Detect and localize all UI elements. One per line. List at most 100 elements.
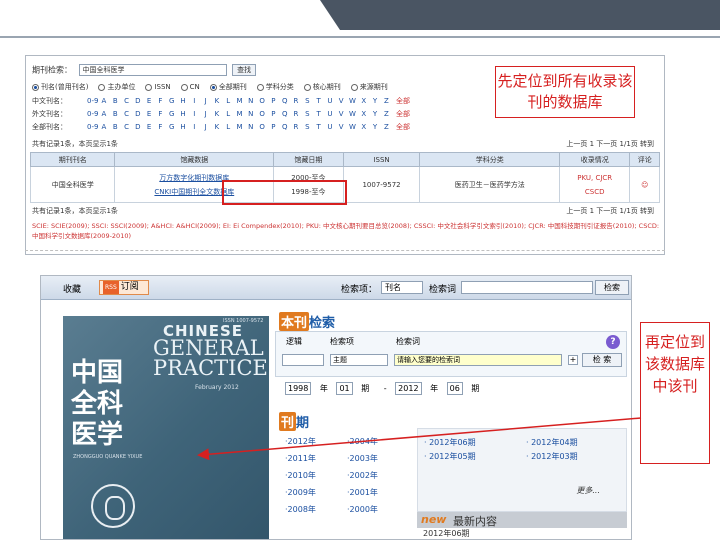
alpha-link[interactable]: Z [381, 110, 392, 118]
alpha-link[interactable]: D [132, 110, 143, 118]
alpha-link[interactable]: Q [279, 97, 290, 105]
favorite-tab[interactable]: 收藏 [63, 282, 81, 295]
alpha-link[interactable]: E [143, 97, 154, 105]
alpha-link[interactable]: 0-9 [87, 110, 98, 118]
alpha-link[interactable]: U [324, 110, 335, 118]
alpha-link[interactable]: V [336, 110, 347, 118]
alpha-link[interactable]: A [98, 110, 109, 118]
alpha-link[interactable]: E [143, 123, 154, 131]
alpha-link[interactable]: N [245, 110, 256, 118]
alpha-link[interactable]: C [121, 123, 132, 131]
alpha-link[interactable]: R [290, 123, 301, 131]
alpha-link[interactable]: T [313, 123, 324, 131]
alpha-link[interactable]: G [166, 110, 177, 118]
alpha-link[interactable]: X [358, 110, 369, 118]
year-link[interactable]: ·2009年 [285, 487, 316, 498]
alpha-link[interactable]: L [223, 97, 234, 105]
alpha-link[interactable]: C [121, 110, 132, 118]
journal-search-input[interactable]: 中国全科医学 [78, 64, 227, 76]
alpha-link[interactable]: G [166, 97, 177, 105]
year-link[interactable]: ·2010年 [285, 470, 316, 481]
issue-to-select[interactable]: 06 [446, 382, 463, 395]
alpha-link[interactable]: J [200, 110, 211, 118]
alpha-link[interactable]: F [155, 97, 166, 105]
search-type-radio[interactable]: 刊名(曾用刊名) [32, 82, 88, 92]
help-icon[interactable]: ? [606, 335, 620, 349]
alpha-link[interactable]: P [268, 97, 279, 105]
alpha-link[interactable]: X [358, 123, 369, 131]
issue-link[interactable]: · 2012年05期 [424, 451, 476, 462]
alpha-link[interactable]: O [256, 97, 267, 105]
comment-icon[interactable]: ☺ [641, 181, 648, 189]
alpha-link[interactable]: M [234, 123, 245, 131]
more-link[interactable]: 更多... [576, 485, 600, 496]
pager-bottom[interactable]: 上一页 1 下一页 1/1页 转到 [566, 206, 654, 216]
field-select[interactable]: 主题 [330, 354, 388, 366]
alpha-link[interactable]: B [110, 97, 121, 105]
alpha-link[interactable]: I [189, 123, 200, 131]
alpha-link[interactable]: W [347, 110, 358, 118]
alpha-link[interactable]: R [290, 97, 301, 105]
year-link[interactable]: ·2011年 [285, 453, 316, 464]
alpha-link[interactable]: O [256, 123, 267, 131]
scope-select[interactable]: 刊名 [381, 281, 423, 294]
alpha-link[interactable]: J [200, 97, 211, 105]
alpha-link[interactable]: U [324, 123, 335, 131]
add-row-icon[interactable]: + [568, 355, 578, 365]
alpha-link[interactable]: H [177, 97, 188, 105]
issue-link[interactable]: · 2012年06期 [424, 437, 476, 448]
latest-issue[interactable]: 2012年06期 [423, 528, 470, 539]
alpha-all-link[interactable]: 全部 [396, 123, 410, 131]
alpha-link[interactable]: V [336, 123, 347, 131]
alpha-link[interactable]: D [132, 97, 143, 105]
year-link[interactable]: ·2004年 [347, 436, 378, 447]
alpha-link[interactable]: Y [369, 110, 380, 118]
alpha-link[interactable]: 0-9 [87, 97, 98, 105]
alpha-link[interactable]: C [121, 97, 132, 105]
subscribe-button[interactable]: RSS 订阅 [99, 280, 149, 295]
alpha-link[interactable]: P [268, 110, 279, 118]
keyword-input[interactable] [461, 281, 593, 294]
alpha-link[interactable]: H [177, 110, 188, 118]
alpha-link[interactable]: Q [279, 123, 290, 131]
alpha-link[interactable]: J [200, 123, 211, 131]
alpha-link[interactable]: T [313, 110, 324, 118]
logic-select[interactable] [282, 354, 324, 366]
year-link[interactable]: ·2008年 [285, 504, 316, 515]
alpha-link[interactable]: Y [369, 97, 380, 105]
alpha-link[interactable]: O [256, 110, 267, 118]
alpha-link[interactable]: W [347, 97, 358, 105]
search-type-radio[interactable]: 核心期刊 [303, 82, 341, 92]
alpha-link[interactable]: S [302, 110, 313, 118]
alpha-link[interactable]: T [313, 97, 324, 105]
alpha-link[interactable]: M [234, 97, 245, 105]
alpha-link[interactable]: V [336, 97, 347, 105]
issue-from-select[interactable]: 01 [336, 382, 353, 395]
alpha-link[interactable]: L [223, 123, 234, 131]
search-type-radio[interactable]: 全部期刊 [209, 82, 247, 92]
alpha-link[interactable]: S [302, 97, 313, 105]
search-button[interactable]: 检索 [595, 280, 629, 295]
alpha-link[interactable]: E [143, 110, 154, 118]
alpha-link[interactable]: R [290, 110, 301, 118]
alpha-link[interactable]: K [211, 97, 222, 105]
issue-link[interactable]: · 2012年04期 [526, 437, 578, 448]
find-button[interactable]: 查找 [232, 64, 257, 76]
year-link[interactable]: ·2001年 [347, 487, 378, 498]
year-link[interactable]: ·2012年 [285, 436, 316, 447]
alpha-link[interactable]: A [98, 97, 109, 105]
search-type-radio[interactable]: 学科分类 [256, 82, 294, 92]
alpha-link[interactable]: K [211, 110, 222, 118]
alpha-link[interactable]: 0-9 [87, 123, 98, 131]
alpha-all-link[interactable]: 全部 [396, 110, 410, 118]
alpha-link[interactable]: Z [381, 97, 392, 105]
alpha-link[interactable]: G [166, 123, 177, 131]
alpha-link[interactable]: M [234, 110, 245, 118]
alpha-link[interactable]: P [268, 123, 279, 131]
year-link[interactable]: ·2002年 [347, 470, 378, 481]
alpha-link[interactable]: Y [369, 123, 380, 131]
alpha-link[interactable]: F [155, 123, 166, 131]
pager-top[interactable]: 上一页 1 下一页 1/1页 转到 [566, 139, 654, 149]
year-to-select[interactable]: 2012 [395, 382, 422, 395]
alpha-link[interactable]: S [302, 123, 313, 131]
